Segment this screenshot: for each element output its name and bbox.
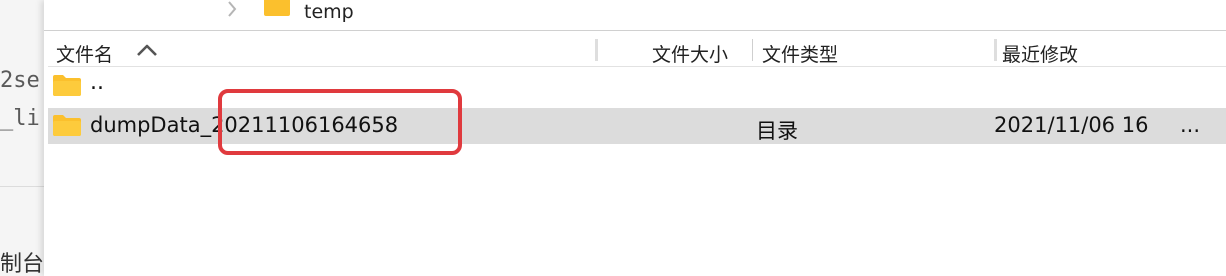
file-name: ..: [90, 70, 104, 95]
file-name: dumpData_20211106164658: [90, 113, 399, 137]
column-header-modified[interactable]: 最近修改: [1002, 40, 1078, 67]
table-row[interactable]: ..: [48, 68, 1226, 104]
truncation-ellipsis: ...: [1180, 113, 1201, 137]
file-type: 目录: [756, 119, 798, 143]
background-window: 2se _li 制台: [0, 0, 44, 276]
file-browser-window: temp 文件名 文件大小 文件类型 最近修改 .. dumpData_2021…: [44, 0, 1226, 276]
screenshot-stage: 2se _li 制台 temp 文件名 文件大小 文件类型 最近修改 .. du…: [0, 0, 1226, 276]
sort-ascending-icon[interactable]: [136, 42, 158, 56]
tree-item-label: temp: [304, 1, 354, 22]
column-header-size[interactable]: 文件大小: [652, 40, 728, 67]
file-modified-date: 2021/11/06 16: [994, 113, 1149, 137]
background-text-fragment: _li: [0, 106, 40, 131]
table-row-selected[interactable]: dumpData_20211106164658 目录 2021/11/06 16…: [48, 108, 1226, 144]
folder-icon: [264, 0, 290, 18]
column-resize-handle[interactable]: [752, 39, 753, 61]
column-resize-handle[interactable]: [595, 39, 598, 61]
pane-divider: [44, 30, 1226, 31]
folder-icon: [52, 73, 82, 97]
background-divider: [0, 186, 44, 187]
background-text-fragment: 2se: [0, 68, 40, 93]
column-header-name[interactable]: 文件名: [56, 40, 113, 67]
chevron-right-icon[interactable]: [225, 0, 239, 22]
column-resize-handle[interactable]: [994, 39, 997, 61]
background-text-fragment: 制台: [0, 252, 44, 276]
tree-item-temp[interactable]: temp: [44, 0, 1226, 22]
folder-icon: [52, 113, 82, 137]
column-header-row: 文件名 文件大小 文件类型 最近修改: [48, 36, 1226, 67]
column-header-type[interactable]: 文件类型: [762, 40, 838, 67]
